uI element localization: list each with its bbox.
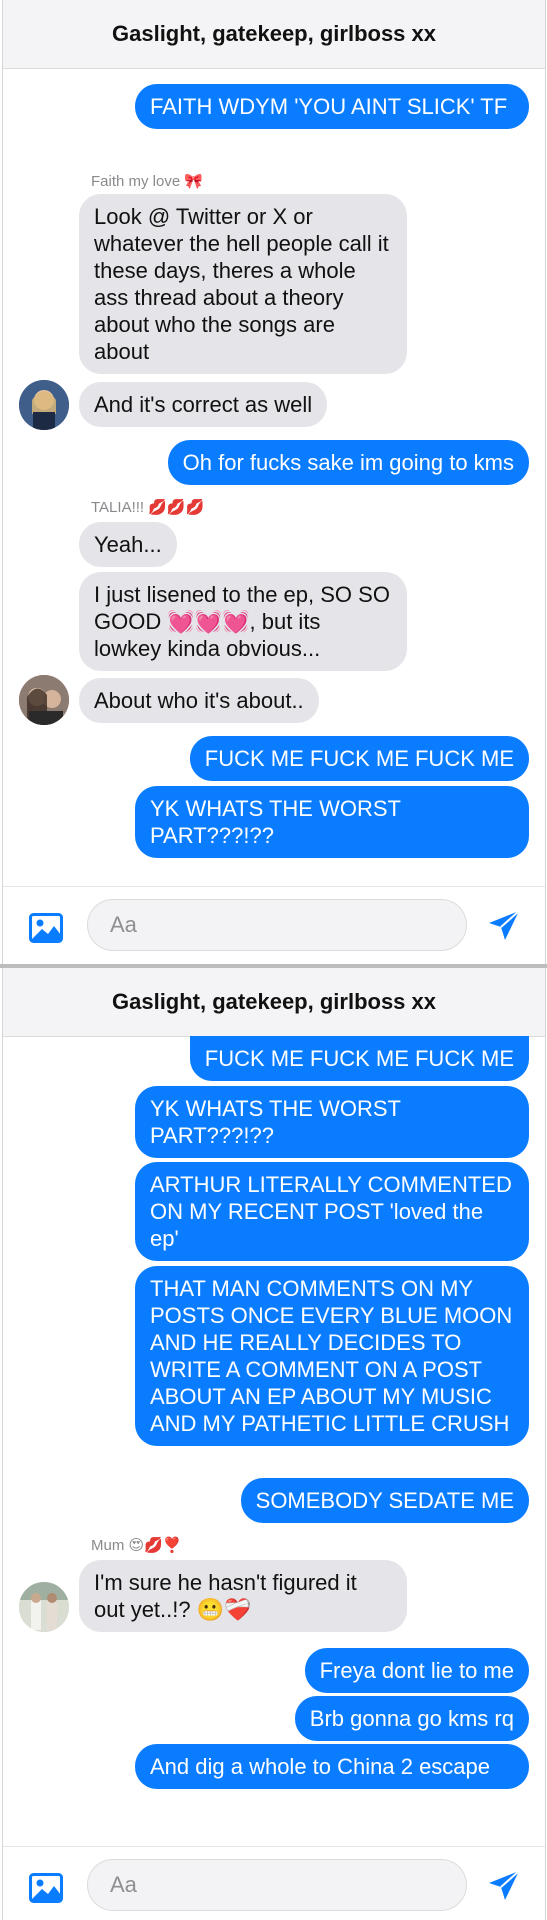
- avatar-photo: [19, 380, 69, 430]
- outgoing-message[interactable]: FAITH WDYM 'YOU AINT SLICK' TF: [135, 84, 529, 129]
- outgoing-message[interactable]: And dig a whole to China 2 escape: [135, 1744, 529, 1789]
- avatar-photo: [19, 675, 69, 725]
- message-input[interactable]: Aa: [87, 1859, 467, 1911]
- outgoing-message[interactable]: THAT MAN COMMENTS ON MY POSTS ONCE EVERY…: [135, 1266, 529, 1446]
- message-composer: Aa: [3, 1846, 545, 1920]
- photo-icon[interactable]: [29, 1873, 63, 1903]
- outgoing-message[interactable]: FUCK ME FUCK ME FUCK ME: [189, 736, 529, 781]
- chat-title[interactable]: Gaslight, gatekeep, girlboss xx: [112, 21, 436, 47]
- outgoing-message[interactable]: YK WHATS THE WORST PART???!??: [135, 1086, 529, 1158]
- chat-header: Gaslight, gatekeep, girlboss xx: [3, 0, 545, 69]
- incoming-message[interactable]: I'm sure he hasn't figured it out yet..!…: [79, 1560, 407, 1632]
- outgoing-message[interactable]: Freya dont lie to me: [304, 1648, 529, 1693]
- chat-header: Gaslight, gatekeep, girlboss xx: [3, 968, 545, 1037]
- sender-name-mum: Mum 😍💋❣️: [91, 1537, 182, 1554]
- chat-screen-1: Gaslight, gatekeep, girlboss xx FAITH WD…: [2, 0, 546, 964]
- message-input[interactable]: Aa: [87, 899, 467, 951]
- message-composer: Aa: [3, 886, 545, 964]
- avatar-talia[interactable]: [19, 675, 69, 725]
- message-input-placeholder: Aa: [110, 1872, 137, 1897]
- chat-screen-2: Gaslight, gatekeep, girlboss xx FUCK ME …: [2, 968, 546, 1920]
- outgoing-message[interactable]: FUCK ME FUCK ME FUCK ME: [189, 1036, 529, 1081]
- outgoing-message[interactable]: ARTHUR LITERALLY COMMENTED ON MY RECENT …: [135, 1162, 529, 1261]
- avatar-mum[interactable]: [19, 1582, 69, 1632]
- chat-title[interactable]: Gaslight, gatekeep, girlboss xx: [112, 989, 436, 1015]
- incoming-message[interactable]: Yeah...: [79, 522, 177, 567]
- send-icon[interactable]: [487, 1869, 521, 1903]
- incoming-message[interactable]: I just lisened to the ep, SO SO GOOD 💓💓💓…: [79, 572, 407, 671]
- outgoing-message[interactable]: SOMEBODY SEDATE ME: [240, 1478, 529, 1523]
- photo-icon[interactable]: [29, 913, 63, 943]
- avatar-faith[interactable]: [19, 380, 69, 430]
- incoming-message[interactable]: And it's correct as well: [79, 382, 328, 427]
- message-input-placeholder: Aa: [110, 912, 137, 937]
- incoming-message[interactable]: Look @ Twitter or X or whatever the hell…: [79, 194, 407, 374]
- sender-name-faith: Faith my love 🎀: [91, 173, 204, 190]
- avatar-photo: [19, 1582, 69, 1632]
- sender-name-talia: TALIA!!! 💋💋💋: [91, 499, 205, 516]
- outgoing-message[interactable]: Brb gonna go kms rq: [294, 1696, 529, 1741]
- incoming-message[interactable]: About who it's about..: [79, 678, 319, 723]
- outgoing-message[interactable]: YK WHATS THE WORST PART???!??: [135, 786, 529, 858]
- outgoing-message[interactable]: Oh for fucks sake im going to kms: [167, 440, 529, 485]
- send-icon[interactable]: [487, 909, 521, 943]
